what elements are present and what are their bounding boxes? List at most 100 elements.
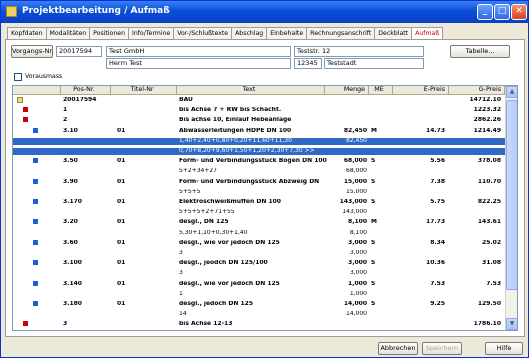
gpreis-cell: 1214.49 [473, 127, 501, 134]
table-row[interactable]: 1,40+2,40+0,80+0,20+11,60+11,30 82,450 [13, 137, 505, 145]
table-row[interactable]: 0,70+8,20+9,60+1,50+1,20+2,30+7,30 >> [13, 148, 505, 155]
tab-5[interactable]: Abschlag [231, 27, 268, 39]
text-cell: 14 [179, 311, 187, 318]
table-row[interactable]: 20017594 BAU 14712.10 [13, 97, 505, 103]
pos-cell: 3.140 [63, 280, 82, 287]
table-row[interactable]: 14 14,000 [13, 311, 505, 317]
pos-cell: 3.50 [63, 158, 78, 165]
table-row[interactable]: 3.50 01 Form- und Verbindungsstück Bogen D… [13, 158, 505, 164]
column-header-2[interactable]: Titel-Nr [111, 86, 177, 95]
epreis-cell: 8.34 [430, 239, 445, 246]
table-row[interactable]: 3.60 01 desgl., wie vor jedoch DN 125 3,000… [13, 239, 505, 246]
epreis-cell: 5.56 [430, 158, 445, 165]
column-header-4[interactable]: Menge [325, 86, 369, 95]
vorgang-nr-field[interactable]: 20017594 [56, 46, 102, 57]
red-node-icon[interactable] [23, 321, 28, 327]
menge-cell: 3,000 [348, 260, 367, 267]
menge-cell: 15,000 [346, 188, 367, 195]
table-row[interactable]: 2 Bis achse 10, Einlauf Hebeanlage 2862.26 [13, 117, 505, 123]
table-row[interactable]: 3.20 01 desgl., DN 125 8,100 M 17.73 143.61 [13, 219, 505, 225]
speichern-button[interactable]: Speichern [422, 342, 462, 355]
tab-3[interactable]: Info/Termine [128, 27, 175, 39]
tabelle-button[interactable]: Tabelle... [450, 45, 510, 58]
menge-cell: 8,100 [348, 219, 367, 226]
menge-cell: 82,450 [343, 127, 367, 134]
table-row[interactable]: 5+5+5+2+71+55 143,000 [13, 209, 505, 215]
blue-node-icon[interactable] [33, 199, 38, 204]
column-header-5[interactable]: ME [369, 86, 393, 95]
blue-node-icon[interactable] [33, 178, 38, 184]
maximize-button[interactable]: □ [494, 4, 510, 20]
column-header-6[interactable]: E-Preis [393, 86, 449, 95]
scroll-thumb[interactable] [506, 100, 517, 290]
epreis-cell: 9.25 [430, 301, 445, 307]
menge-cell: 3,000 [349, 270, 367, 277]
table-row[interactable]: 1 bis Achse 7 + RW bis Schacht. 1223.32 [13, 107, 505, 113]
street-field[interactable]: Teststr. 12 [294, 46, 424, 57]
text-cell: 5,30+1,10+0,30+1,40 [179, 229, 248, 236]
red-node-icon[interactable] [23, 107, 28, 113]
vertical-scrollbar[interactable]: ▲ ▼ [505, 86, 517, 330]
abbrechen-button[interactable]: Abbrechen [378, 342, 418, 355]
tab-8[interactable]: Deckblatt [374, 27, 413, 39]
text-cell: Form- und Verbindungsstück Bogen DN 100 [179, 158, 327, 165]
tab-2[interactable]: Positionen [89, 27, 129, 39]
table-row[interactable]: 5,30+1,10+0,30+1,40 8,100 [13, 230, 505, 236]
scroll-up-icon[interactable]: ▲ [506, 86, 517, 98]
tab-1[interactable]: Modalitäten [45, 27, 91, 39]
column-header-7[interactable]: G-Preis [449, 86, 505, 95]
blue-node-icon[interactable] [33, 158, 38, 164]
menge-cell: 1,000 [349, 290, 367, 297]
table-row[interactable]: 3.170 01 Elektroschweißmuffen DN 100 143,00… [13, 199, 505, 205]
column-header-1[interactable]: Pos-Nr. [61, 86, 111, 95]
blue-node-icon[interactable] [33, 260, 38, 266]
table-row[interactable]: 3 3,000 [13, 250, 505, 256]
blue-node-icon[interactable] [33, 301, 38, 306]
gpreis-cell: 1786.10 [473, 321, 501, 328]
minimize-button[interactable]: _ [477, 4, 493, 20]
vorgang-nr-button[interactable]: Vorgangs-Nr. [11, 45, 54, 58]
hilfe-button[interactable]: Hilfe [485, 342, 523, 355]
pos-cell: 3.90 [63, 178, 78, 185]
text-cell: desgl., wie vor jedoch DN 125 [179, 280, 280, 287]
blue-node-icon[interactable] [33, 127, 38, 133]
table-row[interactable]: 3 3,000 [13, 270, 505, 276]
text-cell: desgl., jedoch DN 125 [179, 301, 254, 307]
pos-cell: 3.20 [63, 219, 78, 226]
red-node-icon[interactable] [23, 117, 28, 123]
aufmass-grid: Pos-Nr. Titel-Nr Text Menge ME E-Preis G-Preis… [12, 85, 518, 331]
name2-field[interactable]: Herrn Test [106, 58, 291, 69]
close-button[interactable]: ✕ [511, 4, 527, 20]
grid-header: Pos-Nr. Titel-Nr Text Menge ME E-Preis G-Preis [13, 86, 505, 95]
table-row[interactable]: 5+2+34+27 68,000 [13, 168, 505, 174]
vorausmass-checkbox[interactable] [14, 73, 22, 81]
city-field[interactable]: Teststadt [324, 58, 424, 69]
name1-field[interactable]: Test GmbH [106, 46, 291, 57]
column-header-0[interactable] [13, 86, 61, 95]
tab-7[interactable]: Rechnungsanschrift [306, 27, 376, 39]
blue-node-icon[interactable] [33, 219, 38, 225]
scroll-down-icon[interactable]: ▼ [506, 318, 517, 330]
table-row[interactable]: 3.100 01 desgl., jeodch DN 125/100 3,000 S 10… [13, 260, 505, 266]
blue-node-icon[interactable] [33, 280, 38, 286]
zip-field[interactable]: 12345 [294, 58, 322, 69]
table-row[interactable]: 3.90 01 Form- und Verbindungsstück Abzweig… [13, 178, 505, 185]
yellow-node-icon[interactable] [17, 97, 23, 103]
menge-cell: 82,450 [346, 137, 367, 144]
titel-cell: 01 [117, 158, 126, 165]
column-header-3[interactable]: Text [177, 86, 325, 95]
table-row[interactable]: 5+5+5 15,000 [13, 189, 505, 195]
tab-0[interactable]: Kopfdaten [7, 27, 47, 39]
blue-node-icon[interactable] [33, 239, 38, 245]
table-row[interactable]: 1 1,000 [13, 291, 505, 297]
tab-6[interactable]: Einbehalte [266, 27, 308, 39]
pos-cell: 20017594 [63, 97, 97, 103]
table-row[interactable]: 3.10 01 Abwasserleitungen HDPE DN 100 82,45… [13, 127, 505, 134]
table-row[interactable]: 3.180 01 desgl., jedoch DN 125 14,000 S 9.25 1… [13, 301, 505, 307]
me-cell: S [371, 239, 376, 246]
pos-cell: 3.100 [63, 260, 82, 267]
tab-4[interactable]: Vor-/Schlußtexte [173, 27, 233, 39]
table-row[interactable]: 3.140 01 desgl., wie vor jedoch DN 125 1,00… [13, 280, 505, 287]
text-cell: Abwasserleitungen HDPE DN 100 [179, 127, 292, 134]
table-row[interactable]: 3 bis Achse 12-13 1786.10 [13, 321, 505, 327]
